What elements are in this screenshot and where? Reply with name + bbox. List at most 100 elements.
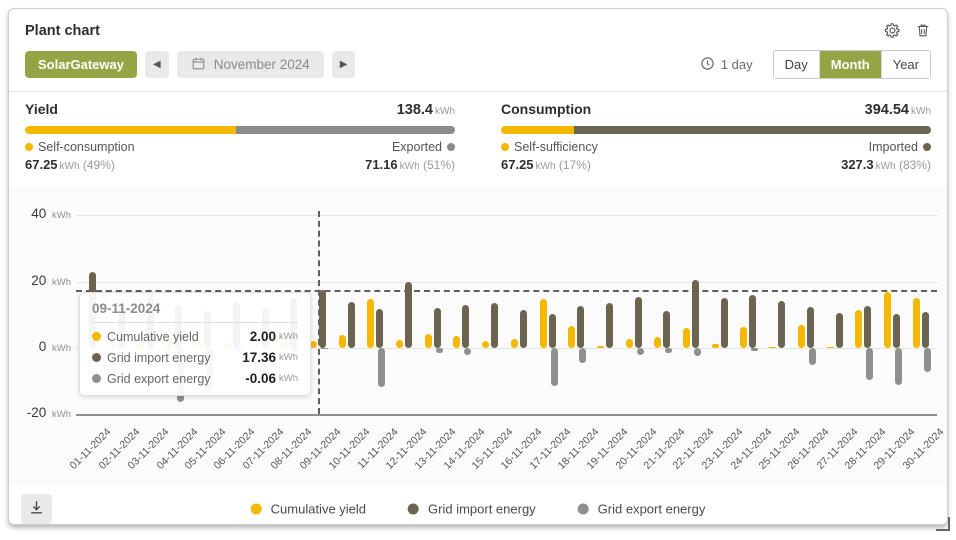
gear-icon — [884, 27, 901, 42]
bar-grid-import-energy-09-11-2024[interactable] — [319, 290, 326, 348]
imported-dot — [923, 143, 931, 151]
bar-grid-import-energy-24-11-2024[interactable] — [749, 295, 756, 348]
bar-grid-export-energy-21-11-2024[interactable] — [665, 348, 672, 353]
chart-footer: Cumulative yield Grid import energy Grid… — [9, 486, 947, 525]
download-button[interactable] — [21, 494, 52, 524]
bar-grid-import-energy-29-11-2024[interactable] — [893, 314, 900, 348]
bar-cumulative-yield-25-11-2024[interactable] — [769, 347, 776, 348]
delete-button[interactable] — [915, 22, 931, 39]
tooltip-date: 09-11-2024 — [92, 301, 298, 323]
consumption-left-label: Self-sufficiency — [501, 140, 598, 154]
bar-grid-export-energy-14-11-2024[interactable] — [464, 348, 471, 355]
gridline-40 — [76, 215, 937, 216]
bar-grid-import-energy-19-11-2024[interactable] — [606, 303, 613, 348]
tab-year[interactable]: Year — [881, 51, 930, 78]
period-label: November 2024 — [214, 57, 310, 72]
legend-yield-dot — [251, 504, 262, 515]
bar-grid-export-energy-29-11-2024[interactable] — [895, 348, 902, 385]
self-consumption-dot — [25, 143, 33, 151]
tab-day[interactable]: Day — [774, 51, 819, 78]
consumption-title: Consumption — [501, 101, 591, 117]
tooltip-row-export: Grid export energy -0.06kWh — [92, 371, 298, 386]
bar-grid-import-energy-12-11-2024[interactable] — [405, 282, 412, 348]
bar-cumulative-yield-29-11-2024[interactable] — [884, 292, 891, 348]
bar-cumulative-yield-21-11-2024[interactable] — [654, 337, 661, 348]
bar-cumulative-yield-11-11-2024[interactable] — [367, 299, 374, 348]
bar-cumulative-yield-13-11-2024[interactable] — [425, 334, 432, 348]
bar-grid-import-energy-14-11-2024[interactable] — [462, 305, 469, 348]
bar-grid-export-energy-26-11-2024[interactable] — [809, 348, 816, 365]
bar-grid-import-energy-23-11-2024[interactable] — [721, 298, 728, 348]
consumption-summary: Consumption 394.54kWh Self-sufficiency I… — [501, 101, 931, 172]
consumption-total: 394.54 — [865, 102, 909, 118]
bar-grid-export-energy-11-11-2024[interactable] — [378, 348, 385, 387]
bar-grid-import-energy-13-11-2024[interactable] — [434, 308, 441, 348]
y-tick-label--20: -20 kWh — [21, 405, 71, 420]
yield-series-dot — [92, 332, 101, 341]
yield-left-value: 67.25kWh (49%) — [25, 157, 115, 172]
yield-right-value: 71.16kWh (51%) — [365, 157, 455, 172]
bar-grid-import-energy-28-11-2024[interactable] — [864, 306, 871, 348]
resolution-indicator: 1 day — [700, 56, 753, 74]
bar-cumulative-yield-23-11-2024[interactable] — [712, 344, 719, 348]
bar-cumulative-yield-10-11-2024[interactable] — [339, 335, 346, 348]
view-switcher: Day Month Year — [773, 50, 931, 79]
bar-grid-export-energy-30-11-2024[interactable] — [924, 348, 931, 372]
legend-item-export: Grid export energy — [578, 502, 706, 517]
bar-cumulative-yield-28-11-2024[interactable] — [855, 310, 862, 348]
bar-cumulative-yield-24-11-2024[interactable] — [740, 327, 747, 348]
bar-cumulative-yield-17-11-2024[interactable] — [540, 299, 547, 348]
bar-cumulative-yield-30-11-2024[interactable] — [913, 298, 920, 348]
settings-button[interactable] — [884, 22, 901, 39]
plant-chart-card: Plant chart SolarGateway ◀ November 2024… — [8, 8, 948, 525]
bar-cumulative-yield-22-11-2024[interactable] — [683, 328, 690, 348]
bar-cumulative-yield-14-11-2024[interactable] — [453, 336, 460, 348]
prev-period-button[interactable]: ◀ — [145, 51, 169, 78]
bar-grid-export-energy-22-11-2024[interactable] — [694, 348, 701, 356]
plant-selector-button[interactable]: SolarGateway — [25, 51, 137, 78]
consumption-right-label: Imported — [869, 140, 931, 154]
yield-summary: Yield 138.4kWh Self-consumption Exported… — [25, 101, 455, 172]
bar-cumulative-yield-16-11-2024[interactable] — [511, 339, 518, 348]
export-series-dot — [92, 374, 101, 383]
page-title: Plant chart — [25, 23, 100, 39]
bar-grid-export-energy-13-11-2024[interactable] — [436, 348, 443, 353]
bar-cumulative-yield-26-11-2024[interactable] — [798, 325, 805, 348]
bar-cumulative-yield-27-11-2024[interactable] — [827, 347, 834, 348]
bar-grid-import-energy-11-11-2024[interactable] — [376, 309, 383, 348]
yield-ratio-bar — [25, 126, 455, 134]
yield-right-label: Exported — [392, 140, 455, 154]
bar-grid-import-energy-22-11-2024[interactable] — [692, 280, 699, 348]
bar-grid-import-energy-30-11-2024[interactable] — [922, 312, 929, 348]
y-tick-label-40: 40 kWh — [21, 206, 71, 221]
bar-grid-export-energy-28-11-2024[interactable] — [866, 348, 873, 380]
bar-cumulative-yield-20-11-2024[interactable] — [626, 339, 633, 348]
bar-grid-import-energy-16-11-2024[interactable] — [520, 310, 527, 348]
bar-grid-import-energy-26-11-2024[interactable] — [807, 307, 814, 348]
bar-grid-import-energy-18-11-2024[interactable] — [577, 306, 584, 348]
self-sufficiency-dot — [501, 143, 509, 151]
bar-cumulative-yield-19-11-2024[interactable] — [597, 346, 604, 348]
period-picker-button[interactable]: November 2024 — [177, 51, 324, 78]
bar-grid-import-energy-27-11-2024[interactable] — [836, 313, 843, 348]
resize-grip[interactable] — [936, 517, 950, 531]
next-period-button[interactable]: ▶ — [332, 51, 356, 78]
bar-grid-export-energy-17-11-2024[interactable] — [551, 348, 558, 386]
bar-chart: 09-11-2024 Cumulative yield 2.00kWh Grid… — [9, 186, 947, 486]
trash-icon — [915, 27, 931, 42]
bar-grid-import-energy-17-11-2024[interactable] — [549, 314, 556, 348]
bar-cumulative-yield-15-11-2024[interactable] — [482, 341, 489, 348]
chart-tooltip: 09-11-2024 Cumulative yield 2.00kWh Grid… — [79, 292, 311, 396]
bar-grid-import-energy-25-11-2024[interactable] — [778, 301, 785, 348]
bar-grid-import-energy-20-11-2024[interactable] — [635, 297, 642, 348]
bar-grid-import-energy-10-11-2024[interactable] — [348, 302, 355, 348]
bar-grid-import-energy-21-11-2024[interactable] — [663, 311, 670, 348]
yield-title: Yield — [25, 101, 58, 117]
bar-cumulative-yield-18-11-2024[interactable] — [568, 326, 575, 348]
bar-grid-import-energy-15-11-2024[interactable] — [491, 303, 498, 348]
bar-grid-export-energy-24-11-2024[interactable] — [751, 348, 758, 351]
tab-month[interactable]: Month — [819, 51, 881, 78]
bar-grid-export-energy-18-11-2024[interactable] — [579, 348, 586, 363]
bar-grid-export-energy-20-11-2024[interactable] — [637, 348, 644, 355]
bar-cumulative-yield-12-11-2024[interactable] — [396, 340, 403, 348]
